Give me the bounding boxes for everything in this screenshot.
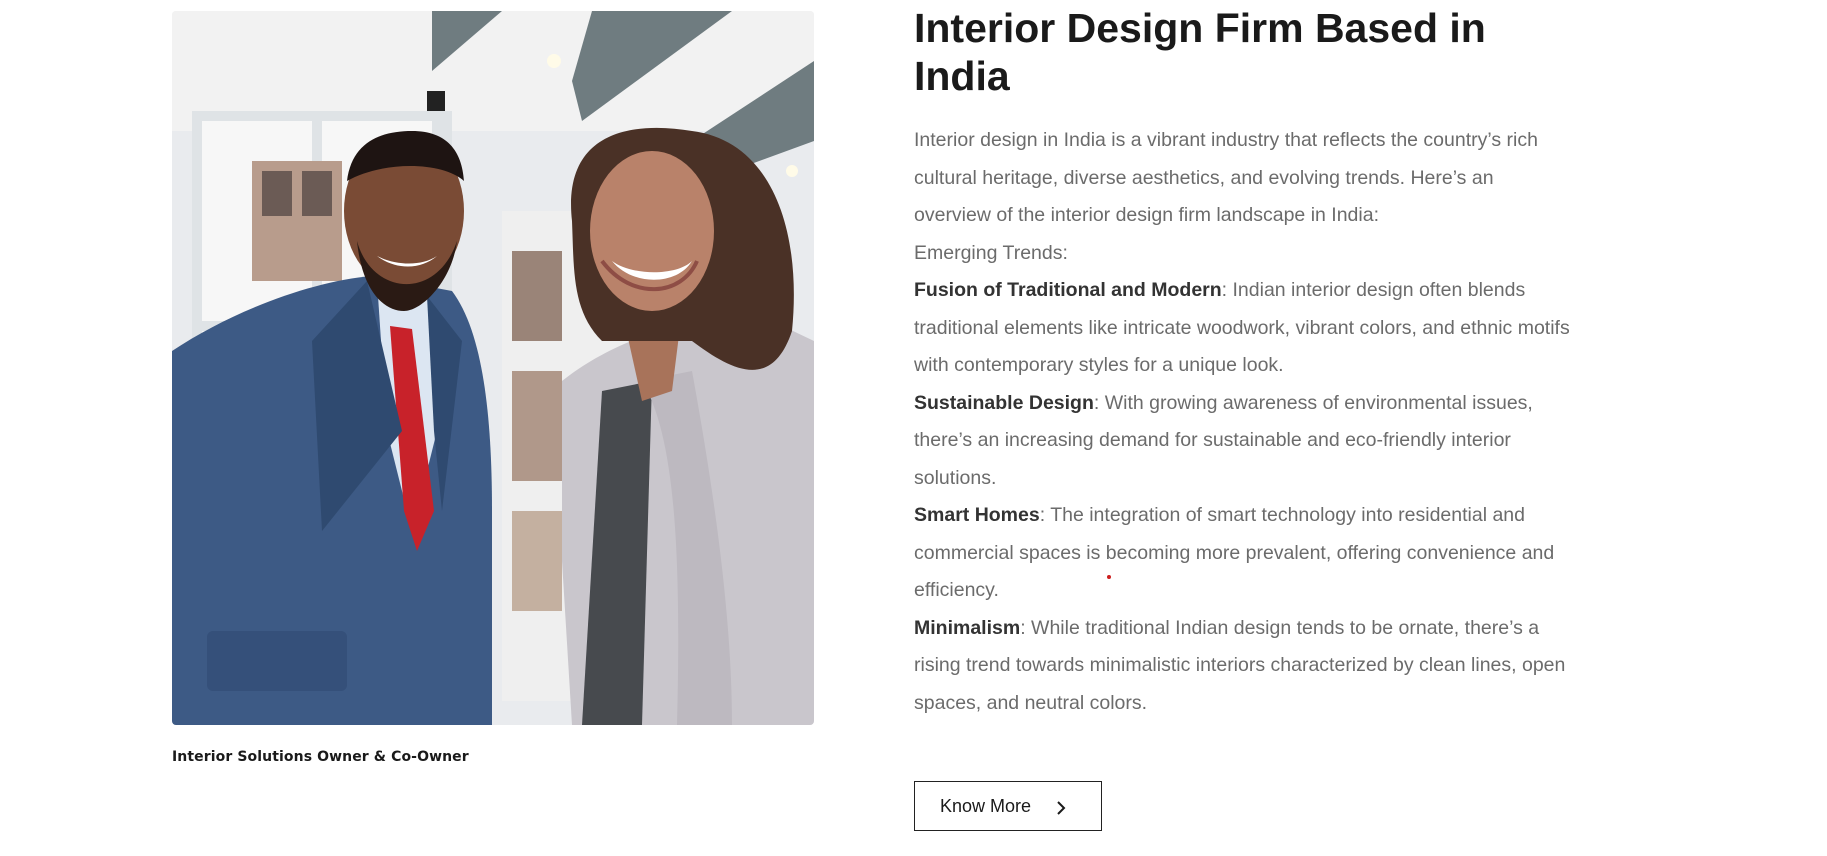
trend-item: Fusion of Traditional and Modern: Indian… xyxy=(914,272,1574,385)
page: Interior Solutions Owner & Co-Owner Inte… xyxy=(0,0,1827,856)
trend-item: Minimalism: While traditional Indian des… xyxy=(914,610,1574,723)
trend-item: Smart Homes: The integration of smart te… xyxy=(914,497,1574,610)
chevron-right-icon xyxy=(1054,799,1068,815)
intro-paragraph: Interior design in India is a vibrant in… xyxy=(914,129,1538,226)
trend-title: Minimalism xyxy=(914,616,1021,639)
photo-caption: Interior Solutions Owner & Co-Owner xyxy=(172,749,469,765)
page-title: Interior Design Firm Based in India xyxy=(914,5,1486,99)
trend-title: Sustainable Design xyxy=(914,391,1094,414)
trends-heading: Emerging Trends: xyxy=(914,241,1068,264)
trend-title: Fusion of Traditional and Modern xyxy=(914,279,1222,301)
content-section: Interior Design Firm Based in India Inte… xyxy=(914,0,1574,722)
body-text: Interior design in India is a vibrant in… xyxy=(914,122,1574,722)
team-photo xyxy=(172,11,814,725)
know-more-button[interactable]: Know More xyxy=(914,781,1102,831)
trend-item: Sustainable Design: With growing awarene… xyxy=(914,385,1574,498)
know-more-label: Know More xyxy=(940,795,1032,816)
team-photo-image xyxy=(172,11,814,725)
cursor-dot xyxy=(1107,575,1111,579)
trend-title: Smart Homes xyxy=(914,504,1040,526)
